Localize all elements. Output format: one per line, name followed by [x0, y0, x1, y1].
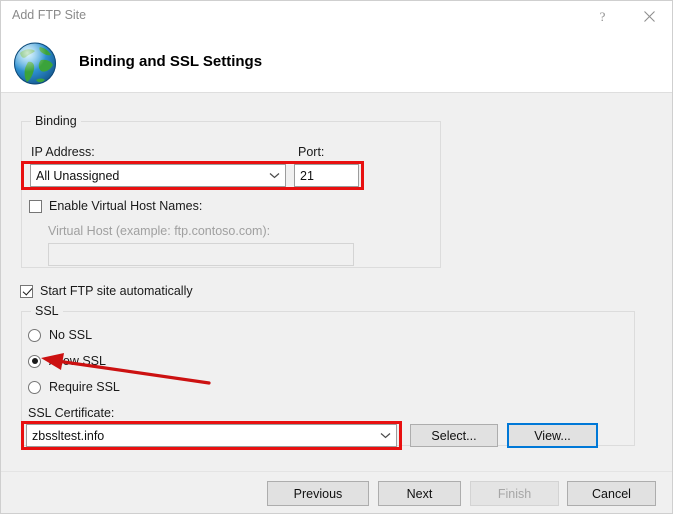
enable-virtual-host-label: Enable Virtual Host Names:	[49, 199, 202, 213]
cancel-button[interactable]: Cancel	[567, 481, 656, 506]
question-mark-glyph: ?	[600, 9, 606, 24]
binding-group-label: Binding	[31, 114, 81, 128]
enable-virtual-host-checkbox[interactable]: Enable Virtual Host Names:	[29, 199, 202, 213]
previous-button[interactable]: Previous	[267, 481, 369, 506]
page-title: Binding and SSL Settings	[79, 53, 262, 70]
next-button[interactable]: Next	[378, 481, 461, 506]
radio-box	[28, 355, 41, 368]
chevron-down-icon	[374, 432, 396, 439]
ssl-certificate-dropdown[interactable]: zbssltest.info	[26, 424, 397, 447]
port-label: Port:	[298, 145, 324, 159]
virtual-host-label: Virtual Host (example: ftp.contoso.com):	[48, 224, 270, 238]
help-icon[interactable]: ?	[580, 1, 625, 32]
dialog-content: Binding IP Address: All Unassigned Port:…	[1, 93, 673, 471]
chevron-down-icon	[263, 172, 285, 179]
add-ftp-site-dialog: Add FTP Site ?	[0, 0, 673, 514]
view-certificate-button[interactable]: View...	[507, 423, 598, 448]
finish-button: Finish	[470, 481, 559, 506]
close-icon[interactable]	[627, 1, 672, 32]
title-bar: Add FTP Site ?	[1, 1, 673, 32]
ssl-group-label: SSL	[31, 304, 63, 318]
select-certificate-button[interactable]: Select...	[410, 424, 498, 447]
dialog-header: Binding and SSL Settings	[1, 32, 673, 93]
radio-require-ssl[interactable]: Require SSL	[28, 380, 120, 394]
ip-address-value: All Unassigned	[31, 169, 263, 183]
ip-address-label: IP Address:	[31, 145, 95, 159]
globe-icon	[12, 40, 59, 87]
radio-allow-ssl-label: Allow SSL	[49, 354, 106, 368]
window-title: Add FTP Site	[12, 8, 86, 22]
start-ftp-automatically-checkbox[interactable]: Start FTP site automatically	[20, 284, 193, 298]
ip-address-dropdown[interactable]: All Unassigned	[30, 164, 286, 187]
ssl-certificate-value: zbssltest.info	[27, 429, 374, 443]
virtual-host-input	[48, 243, 354, 266]
ssl-certificate-label: SSL Certificate:	[28, 406, 114, 420]
radio-box	[28, 329, 41, 342]
radio-no-ssl[interactable]: No SSL	[28, 328, 92, 342]
start-ftp-automatically-label: Start FTP site automatically	[40, 284, 193, 298]
checkbox-box	[29, 200, 42, 213]
radio-no-ssl-label: No SSL	[49, 328, 92, 342]
port-input[interactable]: 21	[294, 164, 359, 187]
radio-allow-ssl[interactable]: Allow SSL	[28, 354, 106, 368]
dialog-footer: Previous Next Finish Cancel	[1, 471, 673, 514]
checkbox-box	[20, 285, 33, 298]
radio-require-ssl-label: Require SSL	[49, 380, 120, 394]
radio-box	[28, 381, 41, 394]
